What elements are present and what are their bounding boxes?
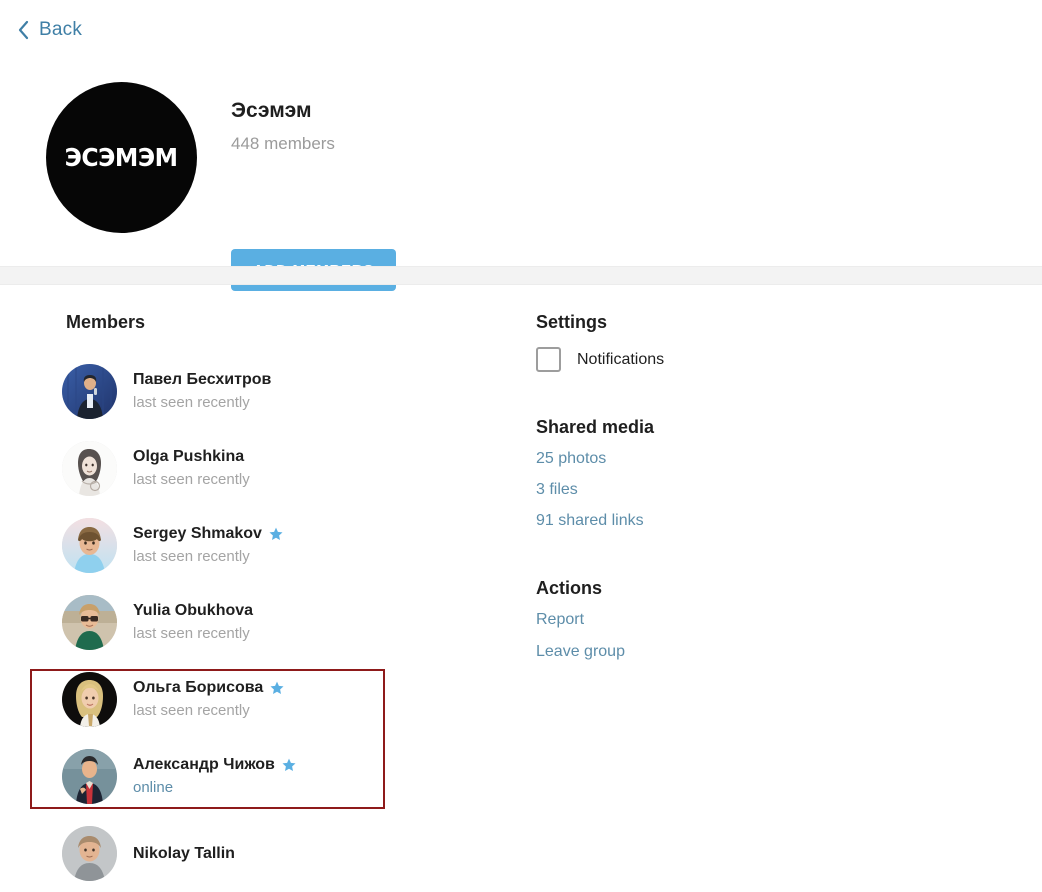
member-text: Александр Чижов online bbox=[133, 755, 296, 798]
member-status: last seen recently bbox=[133, 471, 250, 489]
member-row[interactable]: Павел Бесхитров last seen recently bbox=[62, 353, 492, 430]
member-text: Павел Бесхитров last seen recently bbox=[133, 370, 271, 413]
member-name-label: Ольга Борисова bbox=[133, 679, 264, 697]
shared-media-links: 25 photos 3 files 91 shared links bbox=[536, 450, 644, 530]
notifications-checkbox[interactable] bbox=[536, 347, 561, 372]
member-text: Ольга Борисова last seen recently bbox=[133, 678, 284, 721]
member-name: Yulia Obukhova bbox=[133, 601, 253, 621]
member-name: Olga Pushkina bbox=[133, 447, 250, 467]
member-row[interactable]: Yulia Obukhova last seen recently bbox=[62, 584, 492, 661]
member-status: last seen recently bbox=[133, 702, 250, 720]
member-row[interactable]: Sergey Shmakov last seen recently bbox=[62, 507, 492, 584]
member-status: last seen recently bbox=[133, 548, 250, 566]
member-status: last seen recently bbox=[133, 394, 250, 412]
group-avatar-label: ЭСЭМЭМ bbox=[65, 143, 178, 172]
member-row[interactable]: Ольга Борисова last seen recently bbox=[62, 661, 492, 738]
admin-star-icon bbox=[282, 758, 296, 772]
avatar bbox=[62, 441, 117, 496]
member-name-label: Александр Чижов bbox=[133, 756, 275, 774]
member-name-label: Olga Pushkina bbox=[133, 448, 245, 466]
avatar bbox=[62, 749, 117, 804]
profile-content: Members Павел Бесхитров last seen recentl… bbox=[0, 285, 1042, 881]
member-name-label: Павел Бесхитров bbox=[133, 371, 272, 389]
admin-star-icon bbox=[270, 681, 284, 695]
avatar bbox=[62, 364, 117, 419]
group-avatar[interactable]: ЭСЭМЭМ bbox=[46, 82, 197, 233]
member-text: Yulia Obukhova last seen recently bbox=[133, 601, 253, 644]
settings-heading: Settings bbox=[536, 312, 608, 332]
member-name: Nikolay Tallin bbox=[133, 844, 235, 864]
member-name-label: Nikolay Tallin bbox=[133, 844, 235, 862]
back-label: Back bbox=[39, 19, 83, 40]
member-name-label: Yulia Obukhova bbox=[133, 602, 254, 620]
notifications-label: Notifications bbox=[577, 350, 665, 368]
avatar bbox=[62, 672, 117, 727]
action-link-2[interactable]: Leave group bbox=[536, 643, 625, 661]
shared-media-link-3[interactable]: 91 shared links bbox=[536, 512, 644, 530]
member-name-label: Sergey Shmakov bbox=[133, 525, 262, 543]
member-count: 448 members bbox=[231, 134, 335, 154]
back-button[interactable]: Back bbox=[18, 19, 82, 41]
admin-star-icon bbox=[269, 527, 283, 541]
avatar bbox=[62, 595, 117, 650]
member-status: last seen recently bbox=[133, 625, 250, 643]
shared-media-link-1[interactable]: 25 photos bbox=[536, 450, 606, 468]
member-name: Александр Чижов bbox=[133, 755, 296, 775]
member-text: Nikolay Tallin bbox=[133, 844, 235, 864]
group-profile-header: ЭСЭМЭМ Эсэмэм 448 members ADD MEMBERS bbox=[0, 66, 1042, 291]
member-text: Olga Pushkina last seen recently bbox=[133, 447, 250, 490]
top-bar: Back bbox=[0, 0, 1042, 66]
page-title: Эсэмэм bbox=[231, 99, 312, 122]
member-name: Ольга Борисова bbox=[133, 678, 284, 698]
group-info: Эсэмэм 448 members bbox=[231, 98, 751, 155]
action-link-1[interactable]: Report bbox=[536, 611, 584, 629]
member-status: online bbox=[133, 779, 174, 797]
member-name: Sergey Shmakov bbox=[133, 524, 283, 544]
shared-media-link-2[interactable]: 3 files bbox=[536, 481, 578, 499]
member-row[interactable]: Александр Чижов online bbox=[62, 738, 492, 815]
actions-heading: Actions bbox=[536, 578, 603, 598]
member-row[interactable]: Olga Pushkina last seen recently bbox=[62, 430, 492, 507]
chevron-left-icon bbox=[18, 20, 30, 40]
member-name: Павел Бесхитров bbox=[133, 370, 271, 390]
shared-media-heading: Shared media bbox=[536, 417, 655, 437]
actions-links: Report Leave group bbox=[536, 611, 625, 661]
notifications-row[interactable]: Notifications bbox=[536, 347, 664, 372]
members-heading: Members bbox=[66, 312, 146, 332]
section-divider bbox=[0, 266, 1042, 285]
avatar bbox=[62, 826, 117, 881]
member-row[interactable]: Nikolay Tallin bbox=[62, 815, 492, 892]
avatar bbox=[62, 518, 117, 573]
members-list: Павел Бесхитров last seen recently Olga P… bbox=[62, 353, 492, 892]
member-text: Sergey Shmakov last seen recently bbox=[133, 524, 283, 567]
